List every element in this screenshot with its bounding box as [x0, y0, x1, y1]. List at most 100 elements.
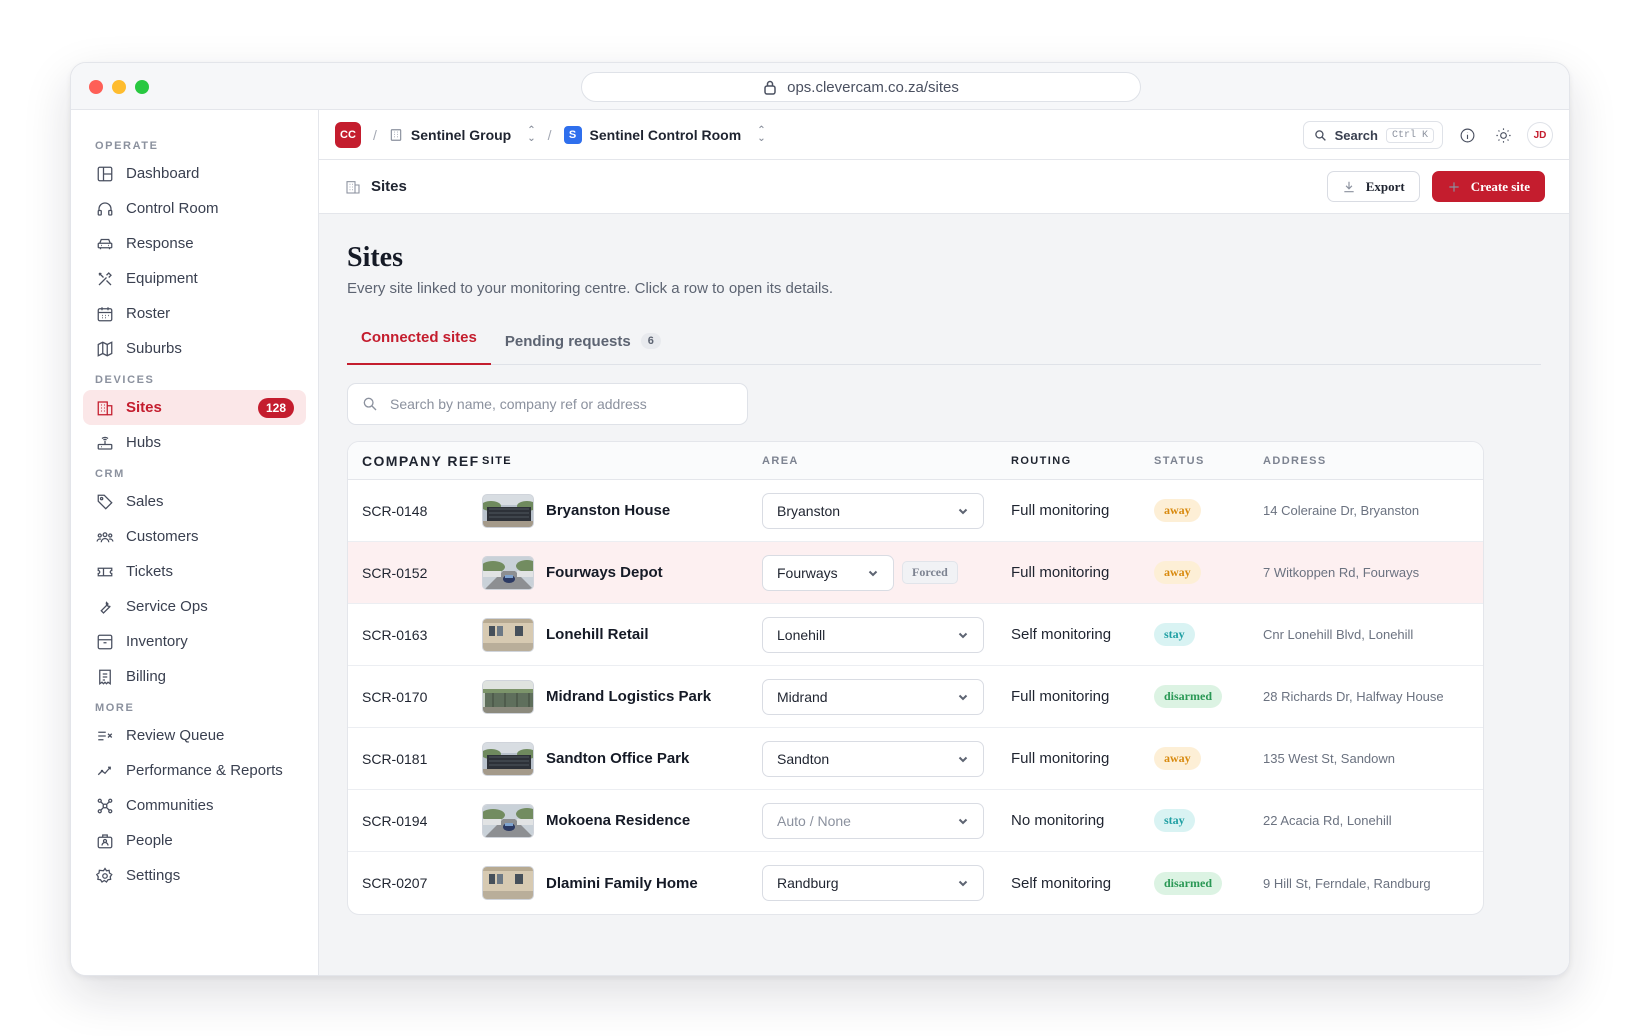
site-name: Dlamini Family Home: [546, 874, 698, 892]
address-bar[interactable]: ops.clevercam.co.za/sites: [581, 72, 1141, 102]
sidebar-item-label: Suburbs: [126, 340, 182, 357]
area-select[interactable]: Sandton: [762, 740, 984, 777]
create-site-button[interactable]: Create site: [1431, 171, 1545, 202]
site-cell: Mokoena Residence: [482, 803, 762, 838]
area-select[interactable]: Fourways: [762, 554, 894, 591]
tab-pending-requests[interactable]: Pending requests 6: [491, 317, 675, 365]
sidebar-item-label: People: [126, 832, 173, 849]
building-icon: [390, 128, 402, 141]
sidebar-item-settings[interactable]: Settings: [83, 858, 306, 893]
theme-toggle-button[interactable]: [1491, 123, 1515, 147]
chevron-down-icon: [958, 632, 968, 638]
sidebar-item-communities[interactable]: Communities: [83, 788, 306, 823]
info-icon: [1460, 128, 1474, 142]
site-cell: Dlamini Family Home: [482, 866, 762, 900]
info-button[interactable]: [1455, 123, 1479, 147]
site-search-input[interactable]: Search by name, company ref or address: [347, 383, 748, 425]
sidebar-item-inventory[interactable]: Inventory: [83, 624, 306, 659]
sidebar-item-performance-and-reports[interactable]: Performance & Reports: [83, 753, 306, 788]
table-row[interactable]: SCR-0148 Bryanston House Bryanston Full mon…: [348, 480, 1483, 542]
company-ref: SCR-0148: [362, 502, 428, 519]
sidebar-item-roster[interactable]: Roster: [83, 296, 306, 331]
tab-connected-sites[interactable]: Connected sites: [347, 317, 491, 365]
table-row[interactable]: SCR-0163 Lonehill Retail Lonehill Self moni…: [348, 604, 1483, 666]
minimize-window-button[interactable]: [112, 80, 126, 94]
sidebar-item-label: Settings: [126, 867, 181, 884]
chevron-updown-icon: ⌃ ⌄: [527, 124, 536, 144]
sidebar-item-suburbs[interactable]: Suburbs: [83, 331, 306, 366]
area-select[interactable]: Auto / None: [762, 802, 984, 839]
sidebar-item-service-ops[interactable]: Service Ops: [83, 589, 306, 624]
address: 28 Richards Dr, Halfway House: [1263, 689, 1444, 704]
maximize-window-button[interactable]: [135, 80, 149, 94]
site-cell: Fourways Depot: [482, 555, 762, 590]
area-select[interactable]: Randburg: [762, 865, 984, 901]
close-window-button[interactable]: [89, 80, 103, 94]
sidebar-item-sites[interactable]: Sites 128: [83, 390, 306, 425]
sidebar-item-customers[interactable]: Customers: [83, 519, 306, 554]
area-cell: Sandton: [762, 740, 1011, 777]
table-row[interactable]: SCR-0207 Dlamini Family Home Randburg Self …: [348, 852, 1483, 914]
page-content: Sites Every site linked to your monitori…: [319, 214, 1569, 915]
list-check-icon: [98, 731, 113, 740]
site-cell: Midrand Logistics Park: [482, 679, 762, 714]
sidebar-item-people[interactable]: People: [83, 823, 306, 858]
global-search-button[interactable]: Search Ctrl K: [1302, 121, 1443, 149]
chevron-updown-icon: ⌃ ⌄: [757, 124, 766, 144]
area-select[interactable]: Lonehill: [762, 616, 984, 653]
user-avatar[interactable]: JD: [1527, 122, 1553, 148]
org-switcher[interactable]: Sentinel Group ⌃ ⌄: [389, 124, 536, 144]
chevron-down-icon: [958, 818, 968, 824]
sidebar-item-sales[interactable]: Sales: [83, 484, 306, 519]
column-header-status[interactable]: STATUS: [1154, 455, 1263, 467]
workspace-badge: S: [563, 125, 582, 144]
sidebar-item-review-queue[interactable]: Review Queue: [83, 718, 306, 753]
sidebar-item-label: Response: [126, 235, 194, 252]
company-ref: SCR-0194: [362, 812, 428, 829]
table-row[interactable]: SCR-0181 Sandton Office Park Sandton Full m…: [348, 728, 1483, 790]
area-cell: Fourways Forced: [762, 554, 1011, 591]
column-header-area[interactable]: AREA: [762, 455, 1011, 467]
routing: Full monitoring: [1011, 750, 1110, 767]
column-header-routing[interactable]: ROUTING: [1011, 455, 1154, 467]
sidebar-item-hubs[interactable]: Hubs: [83, 425, 306, 460]
nav-section-crm: CRM: [95, 468, 125, 480]
ticket-icon: [97, 567, 113, 576]
company-ref: SCR-0152: [362, 564, 428, 581]
sidebar-item-control-room[interactable]: Control Room: [83, 191, 306, 226]
calendar-icon: [97, 306, 113, 321]
area-select[interactable]: Bryanston: [762, 492, 984, 529]
column-header-company-ref[interactable]: COMPANY REF: [348, 453, 482, 469]
archive-icon: [97, 634, 113, 649]
column-header-site[interactable]: SITE: [482, 455, 762, 467]
chevron-down-icon: [958, 756, 968, 762]
chevron-down-icon: [868, 570, 878, 576]
sites-table: COMPANY REF SITE AREA ROUTING STATUS ADD…: [347, 441, 1484, 915]
search-icon: [1314, 129, 1326, 141]
column-header-address[interactable]: ADDRESS: [1263, 455, 1483, 467]
table-row[interactable]: SCR-0194 Mokoena Residence Auto / None No m…: [348, 790, 1483, 852]
sun-icon: [1495, 127, 1511, 143]
export-button[interactable]: Export: [1326, 171, 1420, 202]
sidebar-item-billing[interactable]: Billing: [83, 659, 306, 694]
area-value: Auto / None: [777, 812, 851, 829]
sidebar-item-label: Sales: [126, 493, 164, 510]
workspace-switcher[interactable]: S Sentinel Control Room ⌃ ⌄: [563, 124, 766, 144]
table-row[interactable]: SCR-0152 Fourways Depot Fourways Forced Full…: [348, 542, 1483, 604]
sidebar-item-dashboard[interactable]: Dashboard: [83, 156, 306, 191]
app-logo[interactable]: CC: [335, 121, 361, 148]
sidebar-item-tickets[interactable]: Tickets: [83, 554, 306, 589]
download-icon: [1344, 181, 1354, 192]
status-badge: stay: [1154, 809, 1195, 832]
site-name: Lonehill Retail: [546, 626, 649, 643]
sidebar-item-equipment[interactable]: Equipment: [83, 261, 306, 296]
table-row[interactable]: SCR-0170 Midrand Logistics Park Midrand Ful…: [348, 666, 1483, 728]
browser-titlebar: ops.clevercam.co.za/sites: [71, 63, 1569, 110]
area-cell: Midrand: [762, 678, 1011, 715]
nav-section-operate: OPERATE: [95, 140, 159, 152]
company-ref: SCR-0170: [362, 688, 428, 705]
sidebar-item-response[interactable]: Response: [83, 226, 306, 261]
address: 22 Acacia Rd, Lonehill: [1263, 813, 1392, 828]
area-select[interactable]: Midrand: [762, 678, 984, 715]
status-cell: stay: [1154, 809, 1263, 832]
